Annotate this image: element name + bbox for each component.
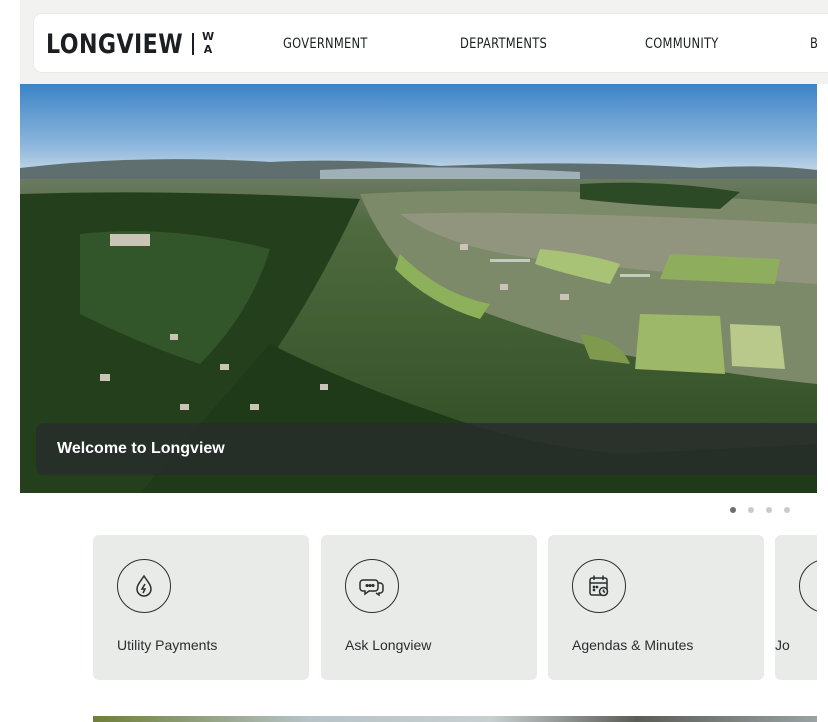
card-utility-payments[interactable]: Utility Payments: [93, 535, 309, 680]
card-jobs-truncated[interactable]: Jo: [775, 535, 817, 680]
hero-caption-bar: Welcome to Longview: [36, 423, 817, 475]
card-label: Ask Longview: [345, 637, 432, 653]
calendar-clock-icon: [572, 559, 626, 613]
card-label: Jo: [775, 637, 790, 653]
site-logo[interactable]: LONGVIEW W A: [46, 28, 214, 60]
nav-community[interactable]: COMMUNITY: [645, 36, 718, 52]
water-drop-bolt-icon: [117, 559, 171, 613]
site-header: LONGVIEW W A GOVERNMENT DEPARTMENTS COMM…: [34, 14, 828, 72]
nav-business-truncated[interactable]: B: [810, 36, 818, 52]
carousel-dot-1[interactable]: [730, 507, 736, 513]
card-label: Utility Payments: [117, 637, 218, 653]
logo-wordmark: LONGVIEW: [46, 28, 184, 60]
carousel-dot-2[interactable]: [748, 507, 754, 513]
circle-icon: [799, 559, 817, 613]
logo-separator: [192, 33, 194, 55]
next-section-images-edge: [93, 716, 817, 722]
card-ask-longview[interactable]: Ask Longview: [321, 535, 537, 680]
card-label: Agendas & Minutes: [572, 637, 694, 653]
nav-departments[interactable]: DEPARTMENTS: [460, 36, 547, 52]
logo-state-bottom: A: [203, 43, 213, 56]
chat-bubbles-icon: [345, 559, 399, 613]
nav-government[interactable]: GOVERNMENT: [283, 36, 368, 52]
carousel-dot-4[interactable]: [784, 507, 790, 513]
card-agendas-minutes[interactable]: Agendas & Minutes: [548, 535, 764, 680]
hero-caption: Welcome to Longview: [57, 440, 225, 457]
carousel-dot-3[interactable]: [766, 507, 772, 513]
logo-state-top: W: [202, 30, 215, 43]
logo-state-abbrev: W A: [202, 30, 214, 56]
carousel-dots: [730, 507, 790, 513]
